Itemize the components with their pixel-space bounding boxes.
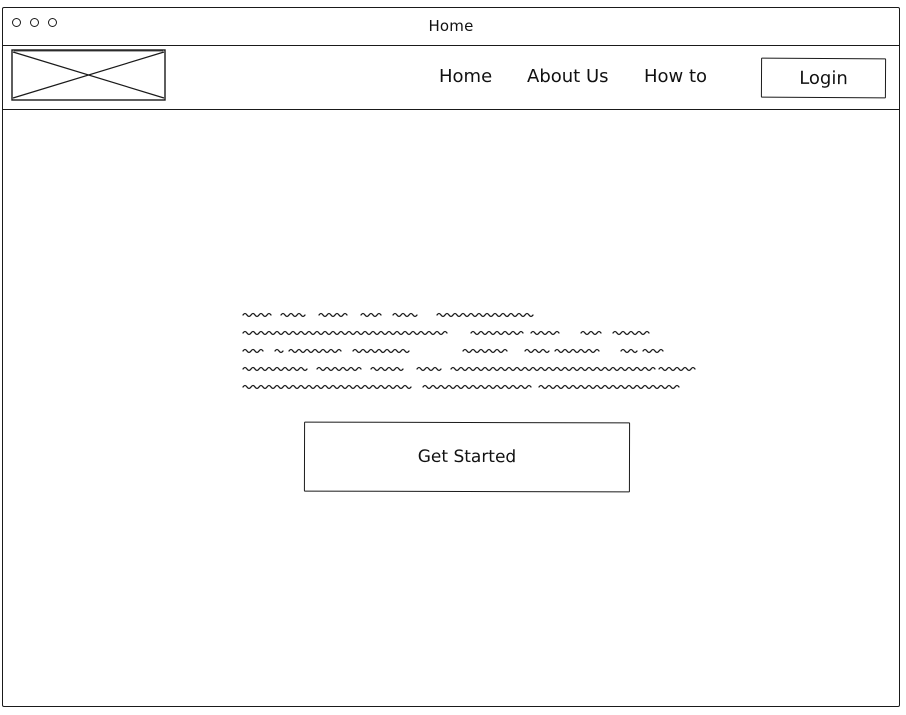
nav-link-about-us[interactable]: About Us bbox=[527, 66, 609, 87]
get-started-button[interactable]: Get Started bbox=[303, 421, 631, 493]
window-titlebar: Home bbox=[3, 8, 899, 46]
placeholder-text-scribble bbox=[242, 312, 696, 390]
nav-link-how-to[interactable]: How to bbox=[644, 66, 707, 87]
top-navbar: Home About Us How to Login bbox=[3, 46, 899, 110]
browser-window: Home Home About Us How to Login Get Star… bbox=[2, 7, 900, 707]
login-button[interactable]: Login bbox=[760, 57, 887, 99]
window-title: Home bbox=[428, 17, 474, 35]
nav-link-home[interactable]: Home bbox=[439, 66, 492, 87]
image-placeholder-icon bbox=[11, 49, 166, 101]
